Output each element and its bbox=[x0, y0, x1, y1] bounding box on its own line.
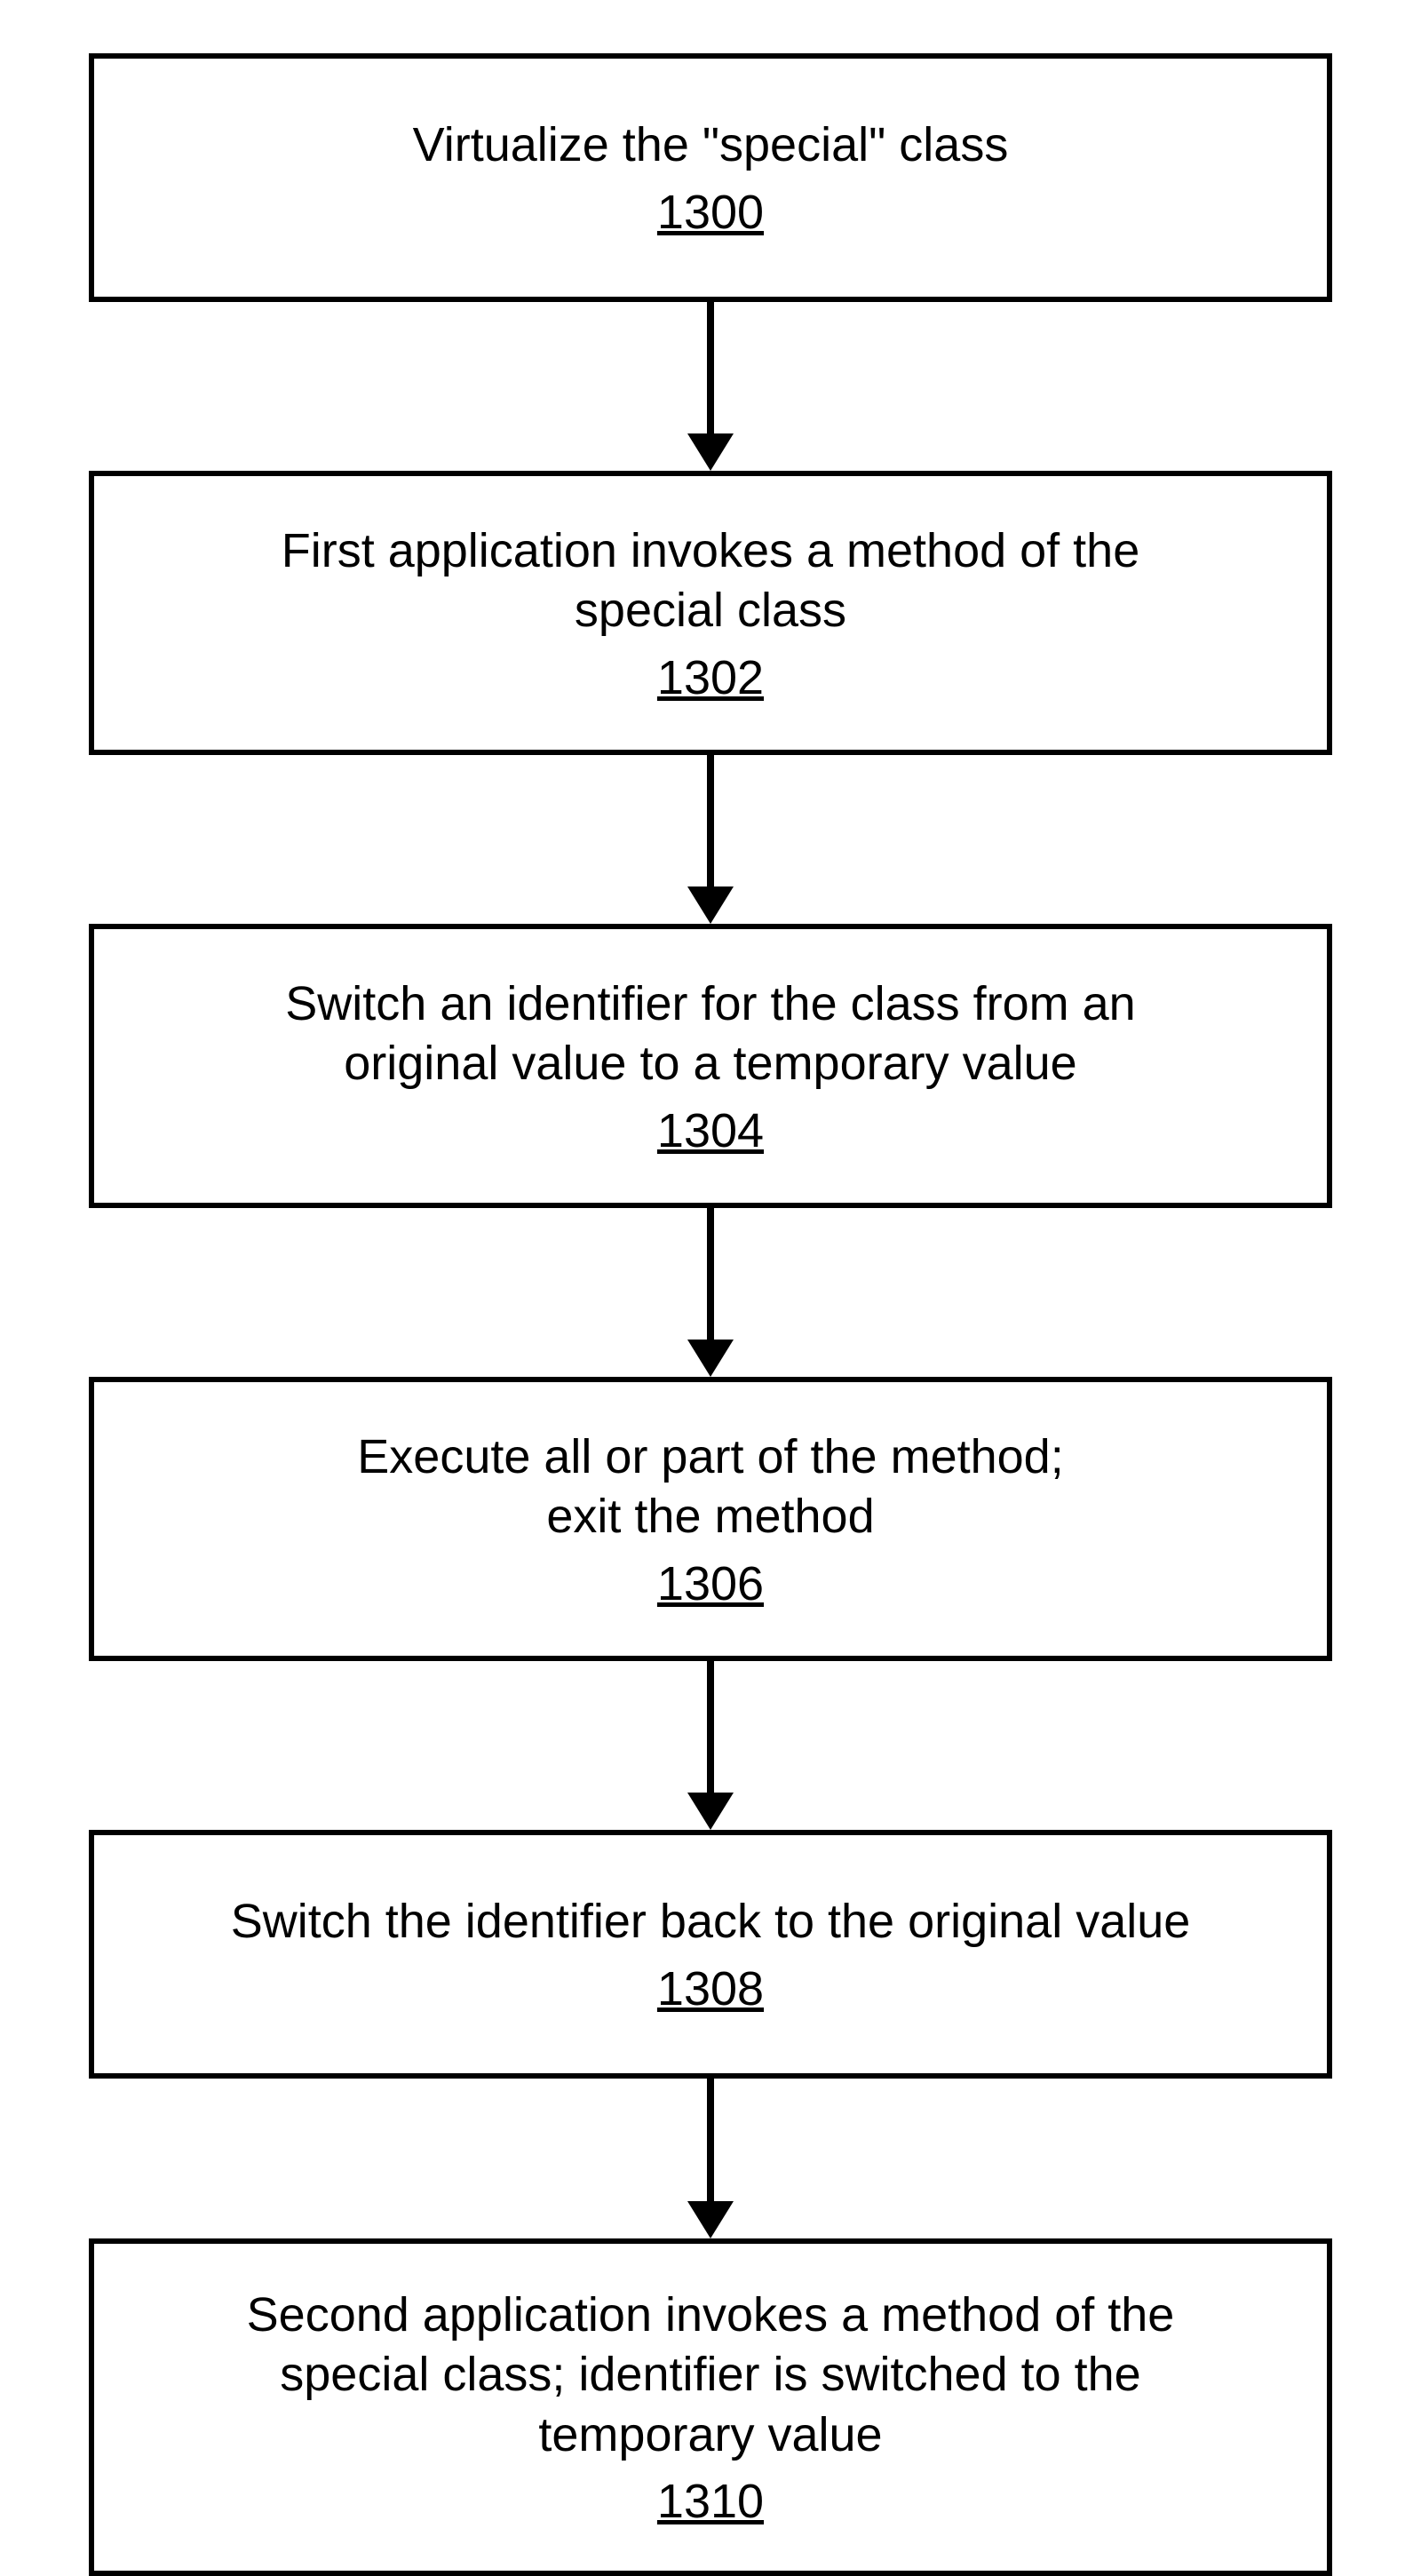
arrow-down-icon bbox=[687, 433, 734, 471]
flow-node-1310: Second application invokes a method of t… bbox=[89, 2238, 1332, 2576]
flow-node-label: Execute all or part of the method; exit … bbox=[357, 1427, 1063, 1547]
flow-node-label: First application invokes a method of th… bbox=[282, 521, 1140, 641]
flow-node-1306: Execute all or part of the method; exit … bbox=[89, 1377, 1332, 1661]
flow-node-1308: Switch the identifier back to the origin… bbox=[89, 1830, 1332, 2079]
flow-node-label: Switch the identifier back to the origin… bbox=[231, 1892, 1191, 1952]
flow-node-number: 1308 bbox=[657, 1961, 764, 2016]
flow-node-label: Switch an identifier for the class from … bbox=[285, 974, 1135, 1094]
flow-arrow bbox=[707, 302, 714, 435]
flow-arrow bbox=[707, 755, 714, 888]
flow-node-label: Second application invokes a method of t… bbox=[247, 2286, 1175, 2466]
flow-node-1304: Switch an identifier for the class from … bbox=[89, 924, 1332, 1208]
arrow-down-icon bbox=[687, 1793, 734, 1830]
arrow-down-icon bbox=[687, 886, 734, 924]
flow-node-1300: Virtualize the "special" class 1300 bbox=[89, 53, 1332, 302]
arrow-down-icon bbox=[687, 1340, 734, 1377]
arrow-down-icon bbox=[687, 2201, 734, 2238]
flow-node-number: 1306 bbox=[657, 1556, 764, 1611]
flow-arrow bbox=[707, 1208, 714, 1341]
flow-node-number: 1310 bbox=[657, 2474, 764, 2529]
flow-node-1302: First application invokes a method of th… bbox=[89, 471, 1332, 755]
flow-node-number: 1302 bbox=[657, 650, 764, 705]
flowchart-canvas: Virtualize the "special" class 1300 Firs… bbox=[0, 0, 1413, 2485]
flow-node-number: 1300 bbox=[657, 185, 764, 240]
flow-node-label: Virtualize the "special" class bbox=[413, 115, 1009, 176]
flow-arrow bbox=[707, 1661, 714, 1794]
flow-node-number: 1304 bbox=[657, 1103, 764, 1158]
flow-arrow bbox=[707, 2079, 714, 2203]
